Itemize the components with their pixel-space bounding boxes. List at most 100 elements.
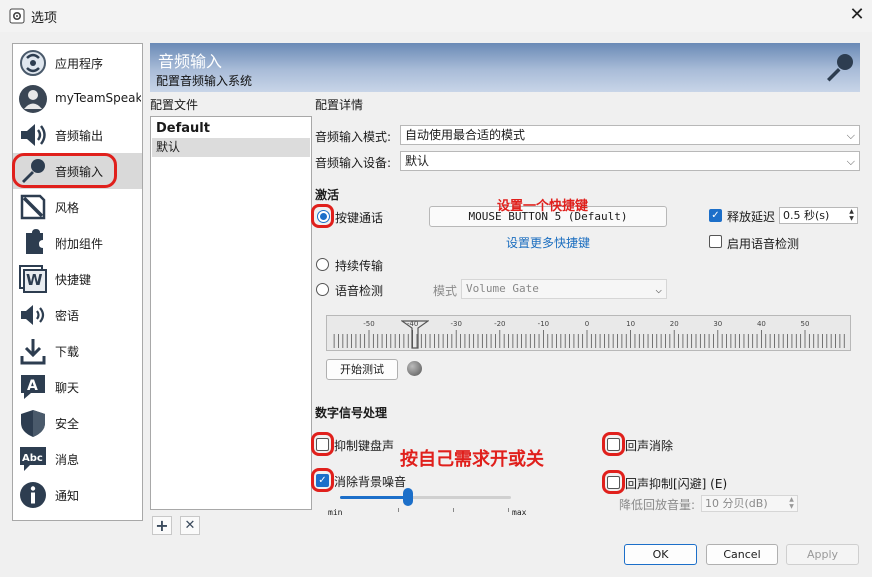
cancel-button[interactable]: Cancel	[706, 544, 778, 565]
download-icon	[20, 339, 46, 365]
sidebar-item-style[interactable]: 风格	[13, 189, 142, 225]
input-mode-label: 音频输入模式:	[315, 130, 392, 144]
title-bar: 选项 ✕	[0, 0, 872, 32]
continuous-label: 持续传输	[335, 259, 384, 273]
echo-cancel-label: 回声消除	[625, 439, 674, 453]
page-title: 音频输入	[158, 52, 223, 71]
activation-label: 激活	[315, 188, 340, 202]
sidebar-item-label: 快捷键	[55, 273, 92, 287]
chat-icon: A	[21, 375, 45, 399]
speaker-icon	[21, 124, 46, 146]
window-title: 选项	[31, 11, 58, 26]
remove-profile-button[interactable]: ✕	[180, 516, 200, 535]
release-delay-spinbox[interactable]: 0.5 秒(s) ▲ ▼	[779, 207, 858, 224]
svg-text:W: W	[26, 271, 43, 289]
sidebar-item-whisper[interactable]: 密语	[13, 297, 142, 333]
shield-icon	[21, 410, 45, 437]
sidebar-item-hotkeys[interactable]: W 快捷键	[13, 261, 142, 297]
meter-tick-label: 40	[757, 320, 766, 328]
sidebar-item-label: 密语	[55, 309, 80, 323]
sidebar-item-application[interactable]: 应用程序	[13, 45, 142, 81]
puzzle-icon	[26, 229, 43, 254]
echo-duck-label: 回声抑制[闪避] (E)	[625, 477, 728, 491]
dsp-label: 数字信号处理	[315, 406, 388, 420]
apply-button[interactable]: Apply	[786, 544, 859, 565]
whisper-icon	[21, 305, 45, 325]
start-test-button[interactable]: 开始测试	[326, 359, 398, 380]
voice-activation-radio[interactable]	[316, 283, 329, 296]
meter-tick-label: -20	[494, 320, 505, 328]
noise-slider-thumb[interactable]	[403, 488, 414, 506]
release-delay-checkbox[interactable]: ✓	[709, 209, 722, 222]
slider-max-label: max	[512, 508, 527, 517]
page-subtitle: 配置音频输入系统	[156, 74, 253, 88]
profile-list: Default 默认	[150, 116, 312, 510]
brush-icon	[20, 194, 46, 220]
sidebar-item-security[interactable]: 安全	[13, 405, 142, 441]
sidebar: 应用程序 myTeamSpeak 音频输出 音频输入 风格 附加组件 W 快捷键…	[12, 43, 143, 521]
reduce-playback-label: 降低回放音量:	[619, 498, 696, 512]
input-mode-value: 自动使用最合适的模式	[405, 128, 526, 142]
sidebar-item-label: 音频输出	[55, 129, 104, 143]
spin-down-icon[interactable]: ▼	[847, 215, 856, 222]
sidebar-item-messages[interactable]: Abc 消息	[13, 441, 142, 477]
level-meter: -50 -40 -30 -20 -10 0 10 20 30 40 50	[326, 315, 851, 351]
profile-item[interactable]: Default	[152, 119, 310, 138]
profile-item[interactable]: 默认	[152, 138, 310, 157]
ptt-label: 按键通话	[335, 211, 384, 225]
sidebar-item-audio-input[interactable]: 音频输入	[13, 153, 142, 189]
annotation-own-needs: 按自己需求开或关	[400, 449, 544, 470]
sidebar-item-label: 风格	[55, 201, 80, 215]
input-device-label: 音频输入设备:	[315, 156, 392, 170]
spin-up-icon[interactable]: ▲	[847, 208, 856, 215]
threshold-marker-icon[interactable]	[401, 320, 429, 350]
input-device-select[interactable]: 默认 ⌵	[400, 151, 860, 171]
settings-window-icon	[9, 8, 25, 24]
sidebar-item-downloads[interactable]: 下载	[13, 333, 142, 369]
sidebar-item-chat[interactable]: A 聊天	[13, 369, 142, 405]
slider-min-label: min	[328, 508, 343, 517]
sidebar-item-label: 消息	[55, 453, 80, 467]
meter-tick-label: 0	[585, 320, 589, 328]
sidebar-item-notifications[interactable]: 通知	[13, 477, 142, 513]
slider-tick	[453, 508, 454, 512]
more-hotkeys-link[interactable]: 设置更多快捷键	[506, 234, 590, 251]
sidebar-item-myteamspeak[interactable]: myTeamSpeak	[13, 81, 142, 117]
info-icon	[20, 482, 46, 508]
chevron-down-icon: ⌵	[655, 283, 662, 296]
spin-up-icon[interactable]: ▲	[787, 496, 796, 503]
vad-mode-value: Volume Gate	[466, 282, 539, 295]
ok-button[interactable]: OK	[624, 544, 697, 565]
spin-down-icon[interactable]: ▼	[787, 503, 796, 510]
sidebar-item-label: 附加组件	[55, 237, 104, 251]
noise-remove-checkbox[interactable]: ✓	[316, 474, 329, 487]
sidebar-item-addons[interactable]: 附加组件	[13, 225, 142, 261]
add-profile-button[interactable]: +	[152, 516, 172, 535]
meter-tick-label: 50	[801, 320, 810, 328]
test-indicator-icon	[407, 361, 422, 376]
profiles-label: 配置文件	[150, 98, 199, 112]
voice-detect-checkbox[interactable]	[709, 235, 722, 248]
slider-tick	[398, 508, 399, 512]
microphone-icon	[22, 159, 45, 183]
meter-tick-label: -10	[538, 320, 549, 328]
typing-suppress-checkbox[interactable]	[316, 438, 329, 451]
sidebar-item-label: 安全	[55, 417, 80, 431]
svg-text:A: A	[27, 378, 38, 394]
echo-cancel-checkbox[interactable]	[607, 438, 620, 451]
reduce-playback-spinbox[interactable]: 10 分贝(dB) ▲ ▼	[701, 495, 798, 512]
input-mode-select[interactable]: 自动使用最合适的模式 ⌵	[400, 125, 860, 145]
typing-suppress-label: 抑制键盘声	[334, 439, 395, 453]
message-icon: Abc	[20, 447, 46, 471]
input-device-value: 默认	[405, 154, 430, 168]
voice-detect-label: 启用语音检测	[727, 237, 800, 251]
ptt-radio[interactable]	[317, 210, 330, 223]
vad-mode-select[interactable]: Volume Gate ⌵	[461, 279, 667, 299]
page-header: 音频输入 配置音频输入系统	[150, 43, 860, 92]
close-icon[interactable]: ✕	[846, 4, 868, 26]
sidebar-item-audio-output[interactable]: 音频输出	[13, 117, 142, 153]
echo-duck-checkbox[interactable]	[607, 476, 620, 489]
continuous-radio[interactable]	[316, 258, 329, 271]
user-icon	[19, 85, 47, 113]
sidebar-item-label: myTeamSpeak	[55, 91, 141, 105]
